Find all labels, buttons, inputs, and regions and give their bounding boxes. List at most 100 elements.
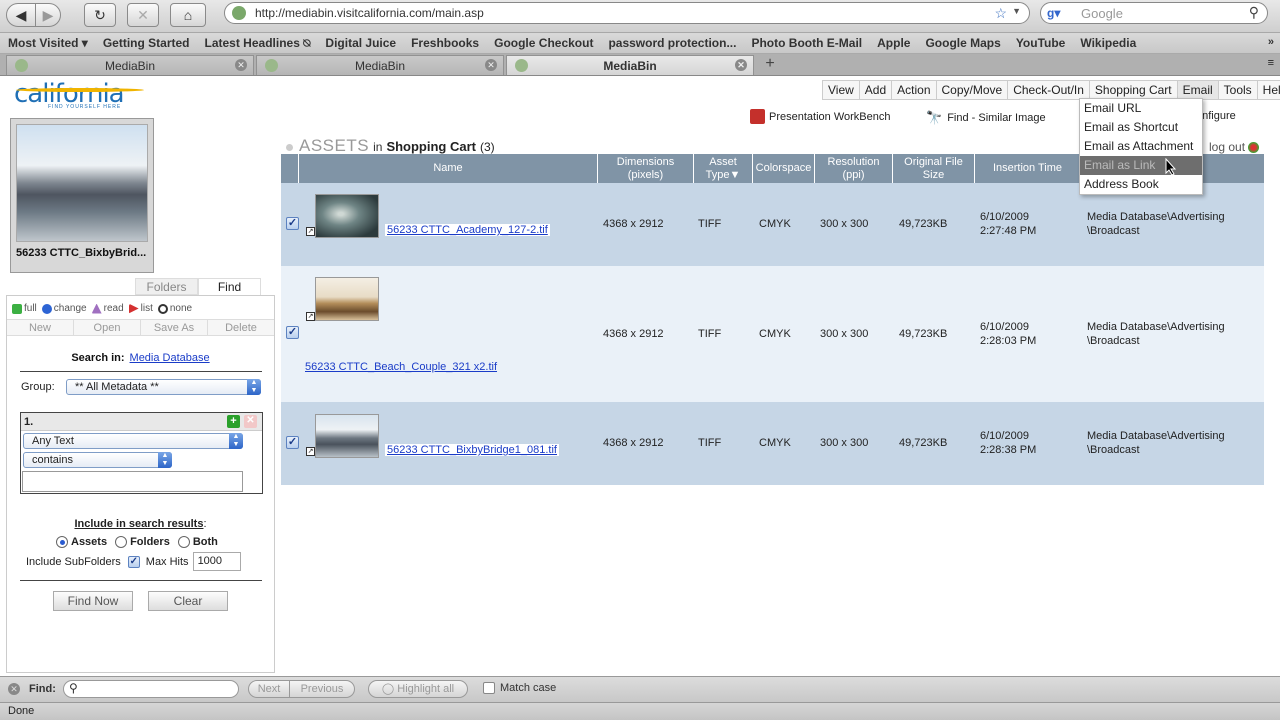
remove-criteria-icon[interactable]: ✕	[244, 415, 257, 428]
match-case-checkbox[interactable]	[483, 682, 495, 694]
asset-filename-link[interactable]: 56233 CTTC_BixbyBridge1_081.tif	[385, 444, 559, 456]
home-button[interactable]: ⌂	[170, 3, 206, 27]
stop-button[interactable]: ✕	[127, 3, 159, 27]
url-bar[interactable]: http://mediabin.visitcalifornia.com/main…	[224, 2, 1030, 24]
radio-folders[interactable]: Folders	[115, 536, 170, 548]
header-colorspace[interactable]: Colorspace	[753, 154, 815, 183]
tab-find[interactable]: Find	[198, 278, 261, 295]
group-select[interactable]: ** All Metadata ** ▲ ▼	[66, 379, 261, 395]
bookmark-item[interactable]: Wikipedia	[1080, 36, 1136, 50]
maxhits-input[interactable]: 1000	[192, 552, 241, 571]
search-in-link[interactable]: Media Database	[130, 352, 210, 364]
radio-circle[interactable]	[177, 536, 190, 548]
clear-button[interactable]: Clear	[148, 591, 228, 611]
new-tab-button[interactable]: +	[758, 55, 782, 74]
menu-add[interactable]: Add	[860, 81, 893, 99]
open-button[interactable]: Open	[74, 320, 141, 335]
radio-both[interactable]: Both	[177, 536, 218, 548]
header-asset-type[interactable]: Asset Type▼	[694, 154, 753, 183]
header-dimensions[interactable]: Dimensions (pixels)	[598, 154, 694, 183]
row-checkbox[interactable]: ✓	[286, 217, 299, 230]
forward-button[interactable]: ▶	[35, 3, 61, 27]
bookmark-item[interactable]: Apple	[877, 36, 910, 50]
bookmark-item[interactable]: Photo Booth E-Mail	[751, 36, 862, 50]
match-case-option[interactable]: Match case	[483, 682, 556, 694]
search-icon[interactable]: ⚲	[1249, 4, 1259, 21]
criteria-operator-select[interactable]: contains ▲ ▼	[23, 452, 172, 468]
row-checkbox[interactable]: ✓	[286, 436, 299, 449]
asset-thumbnail[interactable]	[315, 194, 379, 238]
menu-item-address-book[interactable]: Address Book	[1080, 175, 1202, 194]
preview-image[interactable]	[16, 124, 148, 242]
menu-item-email-link[interactable]: Email as Link	[1080, 156, 1202, 175]
back-button[interactable]: ◀	[6, 3, 36, 27]
bookmark-item[interactable]: Latest Headlines ⍉	[205, 36, 311, 51]
bookmark-item[interactable]: Most Visited ▾	[8, 36, 88, 50]
radio-circle[interactable]	[115, 536, 128, 548]
table-row[interactable]: ✓ ↗ 56233 CTTC_Beach_Couple_321 x2.tif 4…	[281, 266, 1264, 402]
url-dropdown-icon[interactable]: ▼	[1012, 6, 1021, 16]
find-next-button[interactable]: Next	[248, 680, 290, 698]
new-button[interactable]: New	[7, 320, 74, 335]
subfolders-checkbox[interactable]: ✓	[127, 555, 140, 568]
asset-filename-link[interactable]: 56233 CTTC_Beach_Couple_321 x2.tif	[303, 361, 499, 373]
bookmark-item[interactable]: password protection...	[608, 36, 736, 50]
save-as-button[interactable]: Save As	[141, 320, 208, 335]
logout-link[interactable]: log out	[1209, 140, 1260, 154]
menu-copy-move[interactable]: Copy/Move	[937, 81, 1009, 99]
browser-tab-active[interactable]: MediaBin ✕	[506, 55, 754, 75]
delete-button[interactable]: Delete	[208, 320, 274, 335]
browser-tab[interactable]: MediaBin ✕	[256, 55, 504, 75]
bookmark-item[interactable]: Freshbooks	[411, 36, 479, 50]
search-field[interactable]: g▾ Google ⚲	[1040, 2, 1268, 24]
bookmark-star-icon[interactable]: ☆	[994, 5, 1007, 22]
close-find-icon[interactable]: ✕	[8, 683, 20, 695]
bookmark-item[interactable]: Getting Started	[103, 36, 190, 50]
reload-button[interactable]: ↻	[84, 3, 116, 27]
header-resolution[interactable]: Resolution (ppi)	[815, 154, 893, 183]
radio-circle[interactable]	[56, 536, 68, 548]
asset-thumbnail[interactable]	[315, 277, 379, 321]
menu-check-out-in[interactable]: Check-Out/In	[1008, 81, 1090, 99]
table-row[interactable]: ✓ ↗ 56233 CTTC_BixbyBridge1_081.tif 4368…	[281, 402, 1264, 485]
menu-help[interactable]: Help	[1258, 81, 1280, 99]
menu-action[interactable]: Action	[892, 81, 937, 99]
menu-view[interactable]: View	[823, 81, 860, 99]
find-previous-button[interactable]: Previous	[289, 680, 355, 698]
find-similar-link[interactable]: 🔭 Find - Similar Image	[926, 110, 1046, 126]
menu-tools[interactable]: Tools	[1219, 81, 1258, 99]
bookmarks-more-icon[interactable]: »	[1268, 36, 1274, 48]
menu-shopping-cart[interactable]: Shopping Cart	[1090, 81, 1178, 99]
asset-filename-link[interactable]: 56233 CTTC_Academy_127-2.tif	[385, 224, 550, 236]
find-input[interactable]: ⚲	[63, 680, 239, 698]
menu-email[interactable]: Email	[1177, 81, 1219, 99]
close-tab-icon[interactable]: ✕	[235, 59, 247, 71]
radio-assets[interactable]: Assets	[56, 536, 107, 548]
menu-item-email-url[interactable]: Email URL	[1080, 99, 1202, 118]
bookmark-item[interactable]: Google Maps	[925, 36, 1000, 50]
header-name[interactable]: Name	[299, 154, 598, 183]
highlight-all-button[interactable]: ◯ Highlight all	[368, 680, 468, 698]
bookmark-item[interactable]: Google Checkout	[494, 36, 593, 50]
find-now-button[interactable]: Find Now	[53, 591, 133, 611]
criteria-field-select[interactable]: Any Text ▲ ▼	[23, 433, 243, 449]
tab-folders[interactable]: Folders	[135, 278, 198, 295]
tab-list-icon[interactable]: ≡	[1268, 57, 1274, 69]
collapse-icon[interactable]	[286, 144, 293, 151]
menu-item-email-shortcut[interactable]: Email as Shortcut	[1080, 118, 1202, 137]
close-tab-icon[interactable]: ✕	[735, 59, 747, 71]
bookmark-item[interactable]: YouTube	[1016, 36, 1066, 50]
criteria-value-input[interactable]	[22, 471, 243, 492]
browser-tab[interactable]: MediaBin ✕	[6, 55, 254, 75]
header-file-size[interactable]: Original File Size	[893, 154, 975, 183]
table-row[interactable]: ✓ ↗ 56233 CTTC_Academy_127-2.tif 4368 x …	[281, 183, 1264, 266]
california-logo[interactable]: california FIND YOURSELF HERE	[14, 81, 146, 112]
google-icon[interactable]: g▾	[1047, 6, 1063, 20]
row-checkbox[interactable]: ✓	[286, 326, 299, 339]
bookmark-item[interactable]: Digital Juice	[325, 36, 396, 50]
presentation-workbench-link[interactable]: Presentation WorkBench	[750, 109, 890, 124]
add-criteria-icon[interactable]: +	[227, 415, 240, 428]
asset-thumbnail[interactable]	[315, 414, 379, 458]
menu-item-email-attachment[interactable]: Email as Attachment	[1080, 137, 1202, 156]
header-insertion-time[interactable]: Insertion Time	[975, 154, 1081, 183]
